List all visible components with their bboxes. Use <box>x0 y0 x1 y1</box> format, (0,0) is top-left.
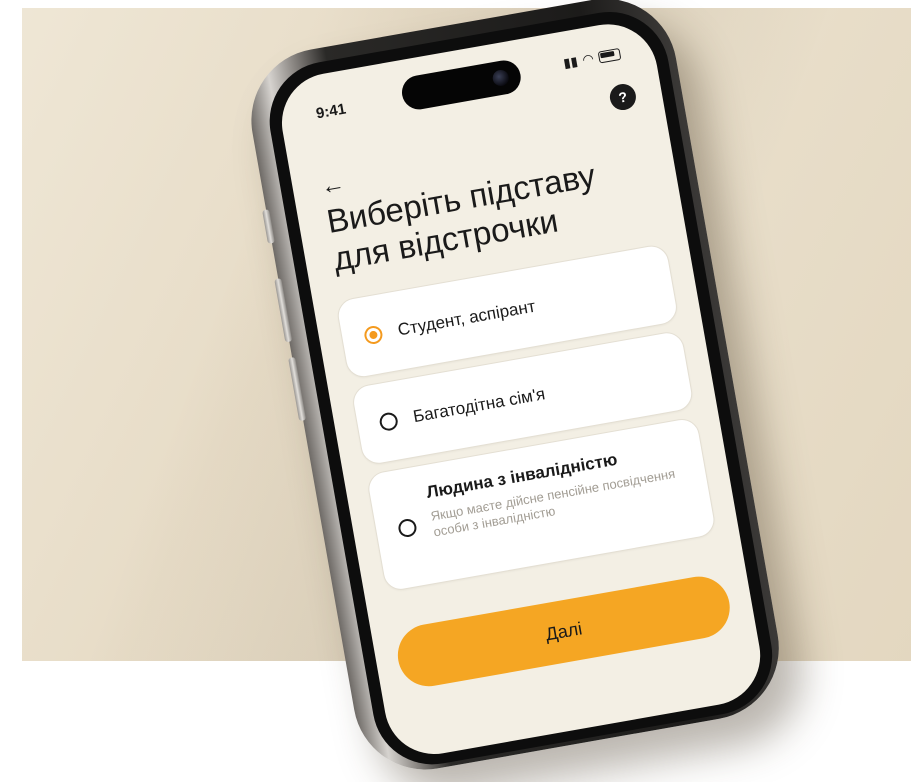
options-list: Студент, аспірант Багатодітна сім'я Люди… <box>334 242 719 601</box>
status-time: 9:41 <box>314 100 348 123</box>
back-arrow-icon[interactable]: ← <box>319 170 347 202</box>
radio-icon[interactable] <box>397 517 418 539</box>
help-button[interactable]: ? <box>607 81 638 113</box>
image-border-top <box>0 0 921 8</box>
radio-icon[interactable] <box>378 411 400 433</box>
camera-icon <box>491 68 511 88</box>
dynamic-island <box>399 57 524 113</box>
wifi-icon: ◠ <box>581 50 595 68</box>
battery-icon <box>597 47 622 64</box>
signal-icon: ▮▮ <box>562 53 579 71</box>
option-label: Багатодітна сім'я <box>411 384 547 427</box>
radio-selected-icon[interactable] <box>363 324 384 346</box>
next-button-label: Далі <box>543 617 584 644</box>
image-border-left <box>0 0 22 661</box>
option-label: Студент, аспірант <box>396 296 537 340</box>
status-icons: ▮▮ ◠ <box>562 46 622 72</box>
help-icon: ? <box>617 88 629 106</box>
image-border-right <box>911 0 921 661</box>
